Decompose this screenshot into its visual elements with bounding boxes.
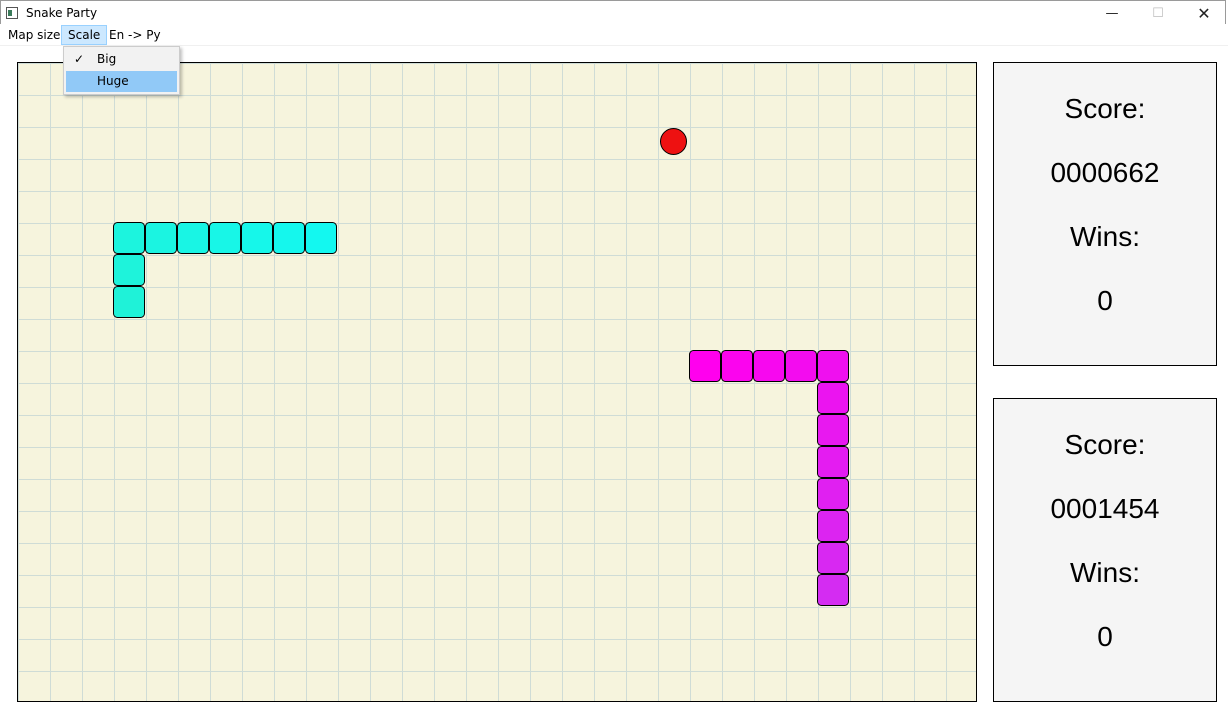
wins-value: 0 bbox=[1097, 621, 1113, 652]
snake-2-segment bbox=[817, 414, 849, 446]
scale-dropdown: ✓ Big Huge bbox=[63, 46, 180, 95]
snake-1-segment bbox=[113, 286, 145, 318]
snake-2-segment bbox=[689, 350, 721, 382]
score-value: 0001454 bbox=[1050, 493, 1160, 524]
snake-1-segment bbox=[241, 222, 273, 254]
snake-1-segment bbox=[273, 222, 305, 254]
score-label: Score: bbox=[1064, 429, 1146, 460]
snake-2-segment bbox=[721, 350, 753, 382]
window-title: Snake Party bbox=[26, 6, 98, 20]
player-2-panel: Score: 0001454 Wins: 0 bbox=[993, 398, 1217, 702]
menu-option-big[interactable]: ✓ Big bbox=[66, 49, 177, 70]
menu-option-huge[interactable]: Huge bbox=[66, 71, 177, 92]
snake-2-segment bbox=[817, 478, 849, 510]
menu-option-label: Big bbox=[97, 52, 117, 66]
menu-language[interactable]: En -> Py bbox=[103, 25, 167, 45]
close-button[interactable]: ✕ bbox=[1181, 1, 1227, 25]
snake-2-segment bbox=[817, 382, 849, 414]
food-apple bbox=[660, 128, 687, 155]
snake-2-segment bbox=[817, 510, 849, 542]
snake-2-segment bbox=[817, 574, 849, 606]
board-canvas bbox=[113, 128, 849, 606]
snake-1-segment bbox=[209, 222, 241, 254]
snake-2-segment bbox=[753, 350, 785, 382]
wins-value: 0 bbox=[1097, 285, 1113, 316]
app-icon bbox=[6, 7, 18, 19]
snake-2-segment bbox=[785, 350, 817, 382]
snake-1-segment bbox=[177, 222, 209, 254]
game-board[interactable] bbox=[17, 62, 977, 702]
menu-scale[interactable]: Scale bbox=[61, 25, 108, 45]
snake-1-segment bbox=[145, 222, 177, 254]
snake-2-segment bbox=[817, 350, 849, 382]
player-1-panel: Score: 0000662 Wins: 0 bbox=[993, 62, 1217, 366]
snake-1-segment bbox=[305, 222, 337, 254]
snake-1-segment bbox=[113, 222, 145, 254]
score-label: Score: bbox=[1064, 93, 1146, 124]
snake-1-segment bbox=[113, 254, 145, 286]
title-bar: Snake Party — ☐ ✕ bbox=[0, 0, 1226, 24]
menu-option-label: Huge bbox=[97, 74, 129, 88]
minimize-button[interactable]: — bbox=[1089, 1, 1135, 25]
menu-bar: Map size Scale En -> Py bbox=[0, 24, 1228, 46]
snake-2-segment bbox=[817, 542, 849, 574]
snake-2-segment bbox=[817, 446, 849, 478]
wins-label: Wins: bbox=[1070, 221, 1140, 252]
wins-label: Wins: bbox=[1070, 557, 1140, 588]
menu-map-size[interactable]: Map size bbox=[2, 25, 66, 45]
check-icon: ✓ bbox=[73, 52, 85, 66]
score-value: 0000662 bbox=[1050, 157, 1160, 188]
maximize-button[interactable]: ☐ bbox=[1135, 1, 1181, 25]
